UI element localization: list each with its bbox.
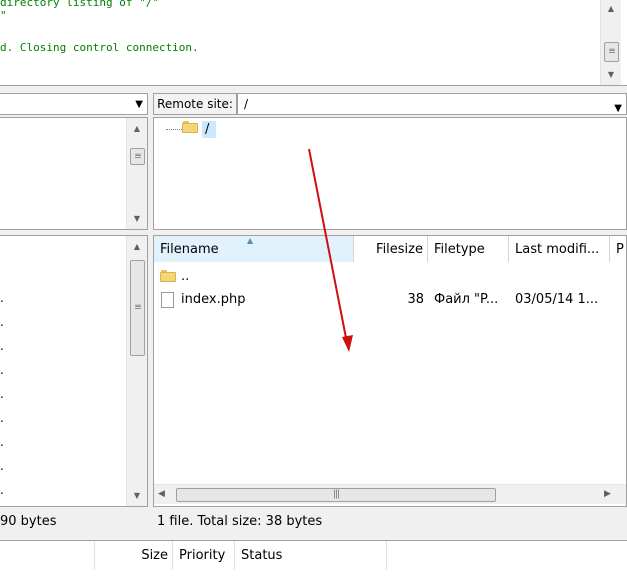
file-icon [161, 292, 174, 308]
scroll-thumb[interactable]: ≡ [130, 148, 145, 165]
local-file-list[interactable]: . . . . . . . . . ▲ ≡ ▼ [0, 235, 148, 507]
log-line: d. Closing control connection. [0, 41, 199, 54]
tree-item-root[interactable]: / [202, 121, 216, 138]
queue-column-status[interactable]: Status [235, 541, 387, 570]
remote-path-combobox[interactable]: / ▼ [237, 93, 627, 115]
local-status-bar: 90 bytes [0, 514, 57, 529]
log-line: " [0, 9, 7, 22]
queue-column-blank[interactable] [0, 541, 95, 570]
row-filesize: 38 [407, 292, 424, 307]
log-scrollbar[interactable]: ▲ ≡ ▼ [600, 0, 621, 85]
column-last-modified[interactable]: Last modifi... [509, 236, 610, 262]
remote-site-label: Remote site: [153, 93, 237, 115]
local-tree-scrollbar[interactable]: ▲ ≡ ▼ [126, 118, 147, 229]
remote-tree[interactable]: / [153, 117, 627, 230]
column-filesize[interactable]: Filesize [354, 236, 428, 262]
scroll-left-icon[interactable]: ◀ [158, 489, 165, 499]
list-item[interactable]: . [0, 483, 4, 497]
scroll-up-icon[interactable]: ▲ [127, 238, 147, 255]
remote-site-bar: Remote site: / ▼ [153, 93, 627, 115]
scroll-up-icon[interactable]: ▲ [601, 0, 621, 17]
list-item[interactable]: . [0, 411, 4, 425]
list-item[interactable]: . [0, 435, 4, 449]
scroll-up-icon[interactable]: ▲ [127, 120, 147, 137]
remote-file-list[interactable]: Filename ▲ Filesize Filetype Last modifi… [153, 235, 627, 507]
list-item[interactable]: . [0, 387, 4, 401]
table-row[interactable]: .. [154, 266, 626, 288]
row-filetype: Файл "P... [434, 292, 499, 307]
tree-item-label: / [205, 122, 210, 137]
scroll-thumb[interactable]: ≡ [130, 260, 145, 356]
list-item[interactable]: . [0, 363, 4, 377]
chevron-down-icon[interactable]: ▼ [135, 99, 143, 110]
remote-path-value: / [244, 97, 249, 111]
table-row[interactable]: index.php 38 Файл "P... 03/05/14 1... [154, 289, 626, 311]
folder-icon [160, 270, 176, 282]
list-item[interactable]: . [0, 339, 4, 353]
local-tree[interactable]: ▲ ≡ ▼ [0, 117, 148, 230]
column-filetype[interactable]: Filetype [428, 236, 509, 262]
row-filename: index.php [181, 292, 246, 307]
folder-icon [182, 121, 198, 133]
sort-ascending-icon: ▲ [247, 236, 254, 245]
column-filename[interactable]: Filename [154, 236, 354, 262]
scroll-right-icon[interactable]: ▶ [604, 489, 611, 499]
local-list-scrollbar[interactable]: ▲ ≡ ▼ [126, 236, 147, 506]
scroll-down-icon[interactable]: ▼ [601, 66, 621, 83]
local-path-combobox[interactable]: ▼ [0, 93, 148, 115]
list-item[interactable]: . [0, 315, 4, 329]
scroll-thumb[interactable]: ||| [176, 488, 496, 502]
row-last-modified: 03/05/14 1... [515, 292, 599, 307]
transfer-queue[interactable]: Size Priority Status [0, 540, 627, 582]
queue-column-priority[interactable]: Priority [173, 541, 235, 570]
column-permissions[interactable]: P [610, 236, 626, 262]
list-item[interactable]: . [0, 291, 4, 305]
scroll-thumb[interactable]: ≡ [604, 42, 619, 62]
scroll-down-icon[interactable]: ▼ [127, 487, 147, 504]
list-item[interactable]: . [0, 459, 4, 473]
queue-column-size[interactable]: Size [95, 541, 173, 570]
remote-status-bar: 1 file. Total size: 38 bytes [157, 514, 323, 529]
chevron-down-icon[interactable]: ▼ [614, 99, 622, 119]
scroll-down-icon[interactable]: ▼ [127, 210, 147, 227]
row-filename: .. [181, 269, 190, 284]
remote-list-hscrollbar[interactable]: ◀ ||| ▶ [154, 484, 626, 504]
message-log: directory listing of "/" " d. Closing co… [0, 0, 627, 86]
log-line: directory listing of "/" [0, 0, 159, 9]
